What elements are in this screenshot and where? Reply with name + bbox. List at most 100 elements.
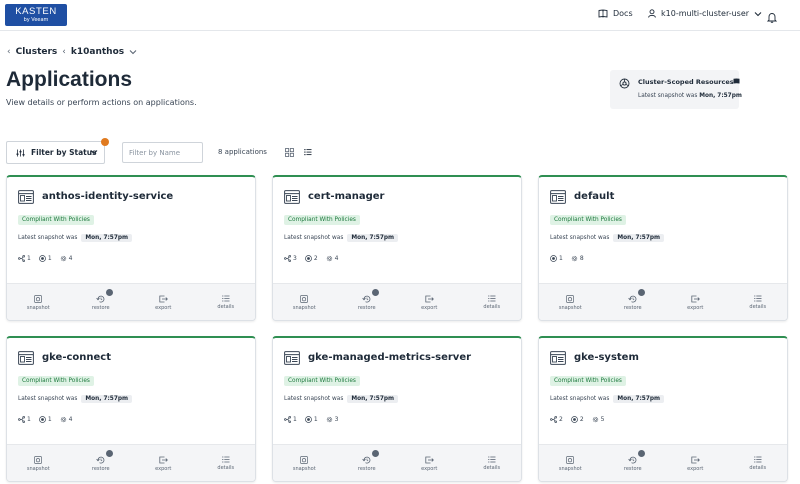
workload-icon — [18, 255, 25, 262]
docs-link[interactable]: Docs — [598, 9, 633, 18]
restore-count-badge — [371, 450, 379, 457]
restore-button[interactable]: restore — [602, 445, 665, 481]
book-icon — [598, 9, 608, 18]
latest-snapshot: Latest snapshot was Mon, 7:57pm — [18, 395, 133, 403]
application-card[interactable]: gke-connect Compliant With Policies Late… — [6, 336, 256, 482]
application-name[interactable]: gke-system — [574, 352, 639, 363]
kasten-logo[interactable]: KASTEN by Veeam — [5, 4, 67, 26]
application-name[interactable]: cert-manager — [308, 191, 384, 202]
export-icon — [691, 456, 700, 463]
restore-button[interactable]: restore — [70, 284, 133, 320]
snapshot-icon — [300, 294, 309, 303]
volumes-stat: 1 — [38, 416, 52, 423]
latest-snapshot: Latest snapshot was Mon, 7:57pm — [18, 234, 133, 242]
snapshot-button[interactable]: snapshot — [539, 445, 602, 481]
application-name[interactable]: gke-managed-metrics-server — [308, 352, 471, 363]
volume-icon — [550, 255, 557, 262]
snapshot-time: Mon, 7:57pm — [347, 395, 399, 403]
chevron-down-icon[interactable] — [129, 49, 137, 55]
user-icon — [648, 9, 656, 18]
application-card[interactable]: anthos-identity-service Compliant With P… — [6, 175, 256, 321]
export-icon — [425, 295, 434, 302]
volume-icon — [304, 255, 312, 262]
restore-button[interactable]: restore — [336, 284, 399, 320]
card-actions: snapshot restore export details — [273, 283, 522, 320]
application-name[interactable]: anthos-identity-service — [42, 191, 173, 202]
export-button[interactable]: export — [132, 445, 195, 481]
list-view-icon[interactable] — [304, 148, 312, 156]
resource-stats: 1 1 4 — [18, 416, 72, 423]
application-card[interactable]: default Compliant With Policies Latest s… — [538, 175, 788, 321]
volume-icon — [304, 416, 312, 423]
restore-button[interactable]: restore — [602, 284, 665, 320]
notifications-button[interactable] — [766, 8, 778, 27]
export-button[interactable]: export — [398, 445, 461, 481]
filter-by-status-dropdown[interactable]: Filter by Status — [6, 141, 105, 164]
export-button[interactable]: export — [664, 445, 727, 481]
resource-stats: 1 8 — [550, 255, 584, 262]
snapshot-icon — [34, 294, 43, 303]
snapshot-time: Mon, 7:57pm — [613, 395, 665, 403]
export-button[interactable]: export — [398, 284, 461, 320]
snapshot-label: snapshot — [558, 465, 582, 472]
resources-count: 3 — [334, 416, 339, 423]
snapshot-button[interactable]: snapshot — [539, 284, 602, 320]
application-icon — [284, 190, 300, 204]
volume-icon — [38, 255, 46, 262]
application-name[interactable]: gke-connect — [42, 352, 111, 363]
workloads-count: 1 — [293, 416, 297, 423]
compliance-badge: Compliant With Policies — [550, 215, 626, 225]
application-name[interactable]: default — [574, 191, 614, 202]
breadcrumb-cluster[interactable]: k10anthos — [71, 47, 124, 57]
breadcrumb-clusters[interactable]: Clusters — [16, 47, 58, 57]
details-list-icon — [754, 295, 762, 302]
sliders-icon — [16, 149, 25, 156]
restore-icon — [362, 456, 371, 463]
user-menu[interactable]: k10-multi-cluster-user — [648, 9, 762, 18]
snapshot-button[interactable]: snapshot — [7, 284, 70, 320]
application-count: 8 applications — [218, 148, 267, 156]
snapshot-icon — [300, 455, 309, 464]
compliance-badge: Compliant With Policies — [18, 376, 94, 386]
application-card[interactable]: gke-managed-metrics-server Compliant Wit… — [272, 336, 522, 482]
restore-button[interactable]: restore — [336, 445, 399, 481]
volumes-count: 2 — [579, 416, 584, 423]
filter-status-label: Filter by Status — [31, 148, 97, 157]
details-button[interactable]: details — [727, 445, 788, 481]
details-button[interactable]: details — [195, 284, 256, 320]
card-actions: snapshot restore export details — [273, 444, 522, 481]
card-actions: snapshot restore export details — [539, 283, 788, 320]
snapshot-icon — [34, 455, 43, 464]
snapshot-button[interactable]: snapshot — [273, 284, 336, 320]
cluster-scoped-resources-panel[interactable]: Cluster-Scoped Resources Latest snapshot… — [610, 70, 742, 109]
gear-icon — [60, 416, 66, 423]
restore-icon — [362, 295, 371, 302]
snapshot-button[interactable]: snapshot — [7, 445, 70, 481]
logo-text: KASTEN — [15, 6, 57, 17]
resources-stat: 4 — [60, 255, 72, 262]
details-button[interactable]: details — [461, 284, 522, 320]
card-actions: snapshot restore export details — [7, 283, 256, 320]
application-card[interactable]: gke-system Compliant With Policies Lates… — [538, 336, 788, 482]
snapshot-prefix: Latest snapshot was — [284, 396, 344, 402]
snapshot-prefix: Latest snapshot was — [18, 235, 78, 241]
docs-label: Docs — [613, 9, 633, 18]
resources-count: 4 — [334, 255, 339, 262]
bell-icon — [766, 13, 778, 23]
compliance-badge: Compliant With Policies — [284, 376, 360, 386]
restore-count-badge — [105, 289, 113, 296]
restore-count-badge — [371, 289, 379, 296]
workload-icon — [550, 416, 557, 423]
snapshot-button[interactable]: snapshot — [273, 445, 336, 481]
details-button[interactable]: details — [195, 445, 256, 481]
restore-button[interactable]: restore — [70, 445, 133, 481]
export-button[interactable]: export — [132, 284, 195, 320]
application-card[interactable]: cert-manager Compliant With Policies Lat… — [272, 175, 522, 321]
gear-icon — [60, 255, 66, 262]
workload-icon — [18, 416, 25, 423]
grid-view-icon[interactable] — [285, 148, 294, 157]
filter-by-name-input[interactable] — [122, 142, 203, 163]
export-button[interactable]: export — [664, 284, 727, 320]
details-button[interactable]: details — [461, 445, 522, 481]
details-button[interactable]: details — [727, 284, 788, 320]
